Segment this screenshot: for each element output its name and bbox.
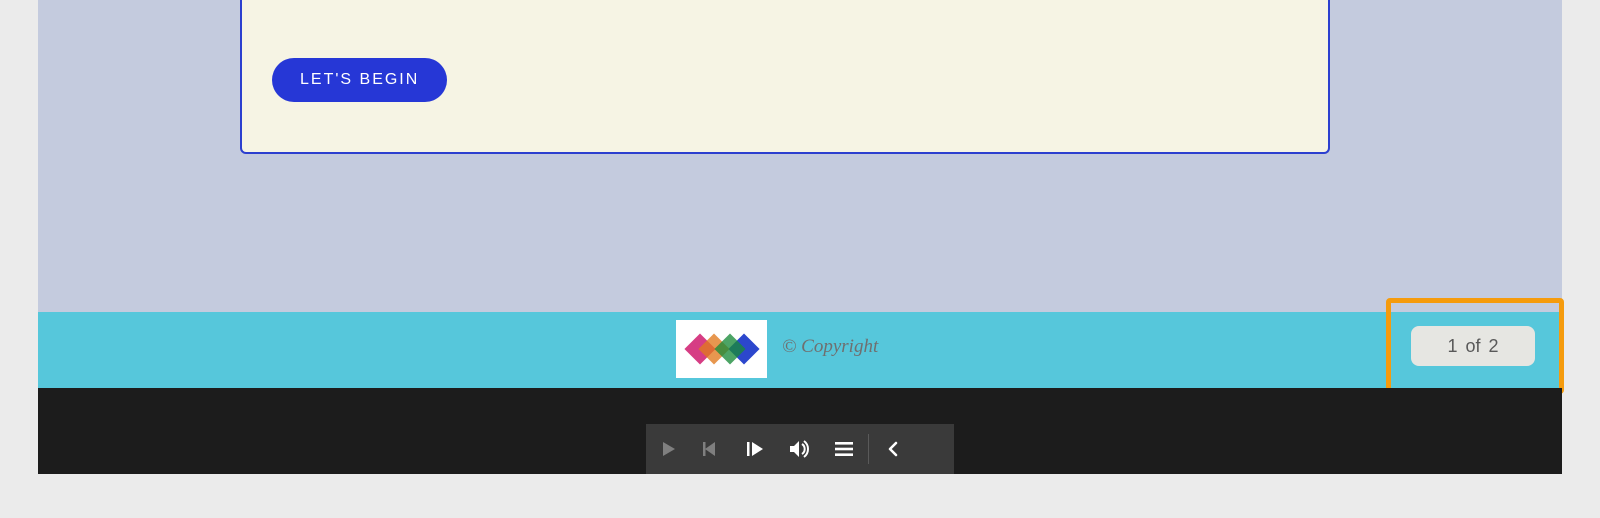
of-label: of [1465,336,1480,357]
player-controls [646,424,954,474]
lets-begin-button[interactable]: LET'S BEGIN [272,58,447,102]
lesson-card: LET'S BEGIN [240,0,1330,154]
page-indicator[interactable]: 1 of 2 [1411,326,1535,366]
step-forward-icon [747,441,765,457]
step-forward-button[interactable] [734,424,778,474]
play-button[interactable] [646,424,690,474]
content-area: LET'S BEGIN [38,0,1562,312]
menu-icon [835,442,853,456]
footer-bar: © Copyright [38,312,1562,388]
chevron-left-icon [887,441,899,457]
step-back-icon [703,441,721,457]
menu-button[interactable] [822,424,866,474]
logo-diamonds-icon [684,329,760,369]
total-pages: 2 [1489,336,1499,357]
play-icon [660,441,676,457]
divider [868,434,869,464]
volume-button[interactable] [778,424,822,474]
step-back-button[interactable] [690,424,734,474]
collapse-button[interactable] [871,424,915,474]
logo [676,320,767,378]
copyright-text: © Copyright [782,336,878,358]
current-page: 1 [1447,336,1457,357]
viewport: LET'S BEGIN © Copyright 1 of 2 [38,0,1562,474]
volume-icon [790,440,810,458]
